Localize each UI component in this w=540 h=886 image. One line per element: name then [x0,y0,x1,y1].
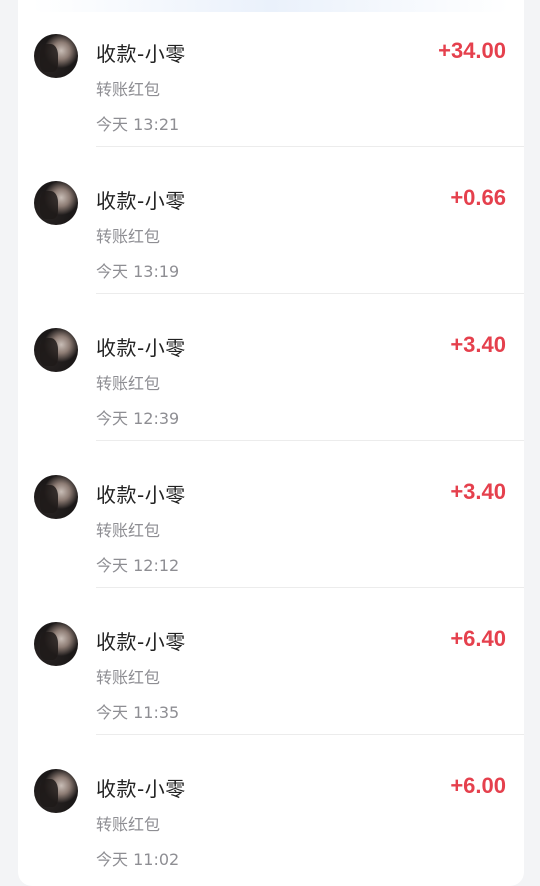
transaction-amount: +0.66 [450,185,506,210]
transaction-time: 今天 13:21 [96,115,180,134]
transaction-amount: +3.40 [450,479,506,504]
transaction-type: 转账红包 [96,521,161,540]
transaction-amount: +6.00 [450,773,506,798]
transaction-row[interactable]: 收款-小零 转账红包 今天 13:19 +0.66 [18,147,524,294]
transaction-type: 转账红包 [96,80,161,99]
transaction-row[interactable]: 收款-小零 转账红包 今天 13:21 +34.00 [18,0,524,147]
user-avatar-icon [34,328,78,372]
transaction-time: 今天 12:12 [96,556,180,575]
transaction-time: 今天 11:35 [96,703,180,722]
transaction-row[interactable]: 收款-小零 转账红包 今天 11:35 +6.40 [18,588,524,735]
user-avatar-icon [34,34,78,78]
transaction-row[interactable]: 收款-小零 转账红包 今天 11:02 +6.00 [18,735,524,882]
user-avatar-icon [34,622,78,666]
transaction-time: 今天 12:39 [96,409,180,428]
transaction-list: 收款-小零 转账红包 今天 13:21 +34.00 收款-小零 转账红包 今天… [18,0,524,882]
transaction-row[interactable]: 收款-小零 转账红包 今天 12:39 +3.40 [18,294,524,441]
transaction-row[interactable]: 收款-小零 转账红包 今天 12:12 +3.40 [18,441,524,588]
transaction-title: 收款-小零 [96,483,186,507]
user-avatar-icon [34,769,78,813]
transaction-title: 收款-小零 [96,777,186,801]
transaction-title: 收款-小零 [96,336,186,360]
transaction-time: 今天 11:02 [96,850,180,869]
transaction-title: 收款-小零 [96,189,186,213]
transaction-time: 今天 13:19 [96,262,180,281]
user-avatar-icon [34,475,78,519]
transaction-title: 收款-小零 [96,42,186,66]
transaction-amount: +34.00 [438,38,506,63]
transaction-type: 转账红包 [96,227,161,246]
transaction-title: 收款-小零 [96,630,186,654]
transaction-card: 收款-小零 转账红包 今天 13:21 +34.00 收款-小零 转账红包 今天… [18,0,524,886]
transaction-amount: +6.40 [450,626,506,651]
transaction-type: 转账红包 [96,668,161,687]
user-avatar-icon [34,181,78,225]
transaction-amount: +3.40 [450,332,506,357]
transaction-type: 转账红包 [96,374,161,393]
transaction-type: 转账红包 [96,815,161,834]
